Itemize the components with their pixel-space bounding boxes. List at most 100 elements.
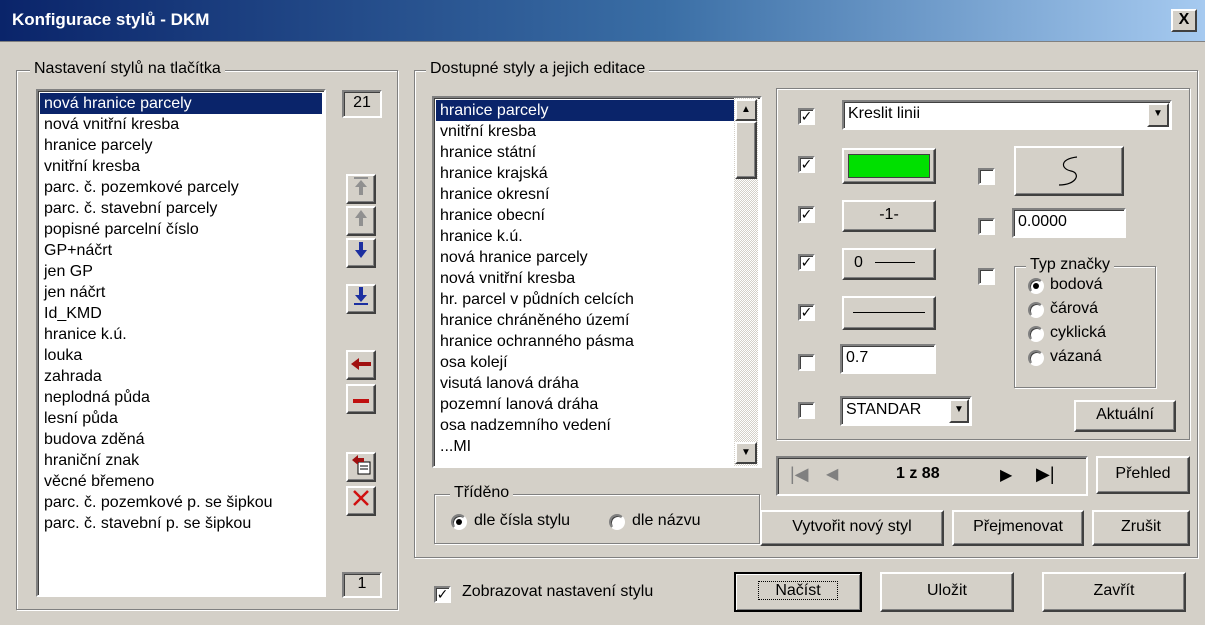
button-style-item[interactable]: nová vnitřní kresba bbox=[40, 114, 322, 135]
draw-mode-checkbox[interactable]: ✓ bbox=[798, 108, 815, 125]
weight-checkbox[interactable]: ✓ bbox=[798, 254, 815, 271]
button-style-item[interactable]: jen GP bbox=[40, 261, 322, 282]
scroll-up-arrow[interactable]: ▲ bbox=[735, 99, 757, 121]
close-button[interactable]: X bbox=[1171, 9, 1197, 32]
angle-input[interactable]: 0.0000 bbox=[1012, 208, 1126, 238]
save-button[interactable]: Uložit bbox=[880, 572, 1014, 612]
button-style-item[interactable]: vnitřní kresba bbox=[40, 156, 322, 177]
mark-checkbox[interactable] bbox=[978, 268, 995, 285]
scale-input[interactable]: 0.7 bbox=[840, 344, 936, 374]
font-select[interactable]: STANDAR ▼ bbox=[840, 396, 972, 426]
move-to-top-button[interactable] bbox=[346, 174, 376, 204]
style-list-item[interactable]: hranice ochranného pásma bbox=[436, 331, 734, 352]
next-record-icon[interactable]: ▶ bbox=[1000, 465, 1012, 485]
button-style-item[interactable]: hraniční znak bbox=[40, 450, 322, 471]
button-style-item[interactable]: zahrada bbox=[40, 366, 322, 387]
style-list-item[interactable]: visutá lanová dráha bbox=[436, 373, 734, 394]
available-styles-list[interactable]: hranice parcely vnitřní kresba hranice stá… bbox=[432, 96, 762, 468]
line-style-button[interactable] bbox=[842, 296, 936, 330]
button-style-item[interactable]: hranice parcely bbox=[40, 135, 322, 156]
previous-record-icon[interactable]: ◀ bbox=[826, 464, 838, 484]
style-list-item[interactable]: hranice obecní bbox=[436, 205, 734, 226]
scale-checkbox[interactable] bbox=[798, 354, 815, 371]
style-list-item[interactable]: hranice k.ú. bbox=[436, 226, 734, 247]
move-to-bottom-button[interactable] bbox=[346, 284, 376, 314]
button-style-item[interactable]: parc. č. stavební parcely bbox=[40, 198, 322, 219]
sort-by-name-label[interactable]: dle názvu bbox=[632, 512, 701, 530]
font-checkbox[interactable] bbox=[798, 402, 815, 419]
style-list-item[interactable]: hranice okresní bbox=[436, 184, 734, 205]
move-down-button[interactable] bbox=[346, 238, 376, 268]
sort-by-number-radio[interactable] bbox=[451, 514, 467, 530]
mark-type-label[interactable]: vázaná bbox=[1050, 348, 1102, 366]
style-list-item[interactable]: hranice státní bbox=[436, 142, 734, 163]
button-style-item[interactable]: parc. č. stavební p. se šipkou bbox=[40, 513, 322, 534]
close-dialog-button[interactable]: Zavřít bbox=[1042, 572, 1186, 612]
draw-mode-select[interactable]: Kreslit linii ▼ bbox=[842, 100, 1172, 130]
style-list-item[interactable]: hranice parcely bbox=[436, 100, 734, 121]
mark-type-label[interactable]: cyklická bbox=[1050, 324, 1106, 342]
button-style-item[interactable]: budova zděná bbox=[40, 429, 322, 450]
overview-button[interactable]: Přehled bbox=[1096, 456, 1190, 494]
style-list-item[interactable]: hranice krajská bbox=[436, 163, 734, 184]
style-list-item[interactable]: nová hranice parcely bbox=[436, 247, 734, 268]
cancel-button[interactable]: Zrušit bbox=[1092, 510, 1190, 546]
color-button[interactable] bbox=[842, 148, 936, 184]
weight-button[interactable]: 0 bbox=[842, 248, 936, 280]
import-style-button[interactable] bbox=[346, 452, 376, 482]
button-style-item[interactable]: jen náčrt bbox=[40, 282, 322, 303]
style-list-item[interactable]: hranice chráněného území bbox=[436, 310, 734, 331]
style-list-item[interactable]: hr. parcel v půdních celcích bbox=[436, 289, 734, 310]
curve-checkbox[interactable] bbox=[978, 168, 995, 185]
button-style-item[interactable]: neplodná půda bbox=[40, 387, 322, 408]
chevron-down-icon[interactable]: ▼ bbox=[1147, 103, 1169, 127]
styles-list-scrollbar[interactable]: ▲ ▼ bbox=[734, 98, 758, 466]
button-style-item[interactable]: GP+náčrt bbox=[40, 240, 322, 261]
button-style-item[interactable]: Id_KMD bbox=[40, 303, 322, 324]
remove-style-button[interactable] bbox=[346, 384, 376, 414]
curve-button[interactable] bbox=[1014, 146, 1124, 196]
current-button[interactable]: Aktuální bbox=[1074, 400, 1176, 432]
mark-type-radio[interactable] bbox=[1028, 326, 1044, 342]
style-list-item[interactable]: pozemní lanová dráha bbox=[436, 394, 734, 415]
color-checkbox[interactable]: ✓ bbox=[798, 156, 815, 173]
show-settings-checkbox[interactable]: ✓ bbox=[434, 586, 451, 603]
line-type-button[interactable]: -1- bbox=[842, 200, 936, 232]
style-list-item[interactable]: nová vnitřní kresba bbox=[436, 268, 734, 289]
button-style-item[interactable]: věcné břemeno bbox=[40, 471, 322, 492]
last-record-icon[interactable]: ▶| bbox=[1036, 464, 1055, 485]
first-record-icon[interactable]: |◀ bbox=[790, 464, 809, 485]
rename-button[interactable]: Přejmenovat bbox=[952, 510, 1084, 546]
button-style-item[interactable]: parc. č. pozemkové parcely bbox=[40, 177, 322, 198]
new-style-button[interactable]: Vytvořit nový styl bbox=[760, 510, 944, 546]
button-styles-list[interactable]: nová hranice parcely nová vnitřní kresba h… bbox=[36, 89, 326, 597]
mark-type-radio[interactable] bbox=[1028, 302, 1044, 318]
button-style-item[interactable]: parc. č. pozemkové p. se šipkou bbox=[40, 492, 322, 513]
mark-type-radio[interactable] bbox=[1028, 350, 1044, 366]
style-list-item[interactable]: vnitřní kresba bbox=[436, 121, 734, 142]
button-style-item[interactable]: nová hranice parcely bbox=[40, 93, 322, 114]
show-settings-label[interactable]: Zobrazovat nastavení stylu bbox=[462, 583, 653, 601]
angle-checkbox[interactable] bbox=[978, 218, 995, 235]
sort-by-name-radio[interactable] bbox=[609, 514, 625, 530]
button-style-item[interactable]: hranice k.ú. bbox=[40, 324, 322, 345]
add-style-button[interactable] bbox=[346, 350, 376, 380]
sort-by-number-label[interactable]: dle čísla stylu bbox=[474, 512, 570, 530]
move-up-button[interactable] bbox=[346, 206, 376, 236]
button-style-item[interactable]: lesní půda bbox=[40, 408, 322, 429]
scroll-thumb[interactable] bbox=[735, 121, 757, 179]
style-checkbox[interactable]: ✓ bbox=[798, 304, 815, 321]
style-list-item[interactable]: ...MI bbox=[436, 436, 734, 457]
line-type-checkbox[interactable]: ✓ bbox=[798, 206, 815, 223]
delete-style-button[interactable] bbox=[346, 486, 376, 516]
chevron-down-icon[interactable]: ▼ bbox=[949, 399, 969, 423]
mark-type-radio[interactable] bbox=[1028, 278, 1044, 294]
button-style-item[interactable]: popisné parcelní číslo bbox=[40, 219, 322, 240]
load-button[interactable]: Načíst bbox=[734, 572, 862, 612]
button-style-item[interactable]: louka bbox=[40, 345, 322, 366]
style-list-item[interactable]: osa kolejí bbox=[436, 352, 734, 373]
style-list-item[interactable]: osa nadzemního vedení bbox=[436, 415, 734, 436]
mark-type-label[interactable]: čárová bbox=[1050, 300, 1098, 318]
mark-type-label[interactable]: bodová bbox=[1050, 276, 1103, 294]
scroll-down-arrow[interactable]: ▼ bbox=[735, 442, 757, 464]
